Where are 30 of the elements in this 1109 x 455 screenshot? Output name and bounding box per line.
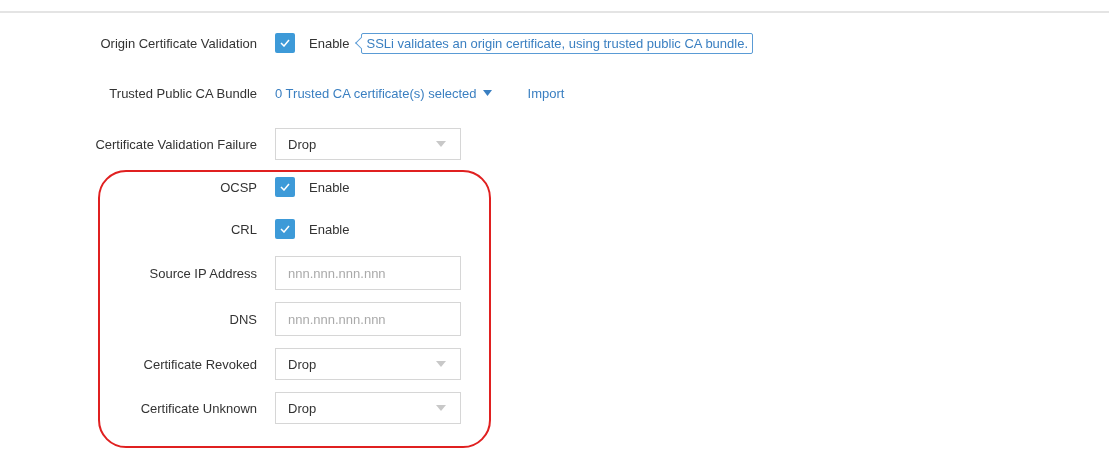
input-field[interactable]: nnn.nnn.nnn.nnn: [275, 256, 461, 290]
field-label: Source IP Address: [148, 265, 257, 281]
check-icon: [280, 39, 290, 47]
caret-icon: [436, 405, 446, 411]
checkbox[interactable]: [275, 177, 295, 197]
caret-icon: [436, 141, 446, 147]
field-label: Trusted Public CA Bundle: [108, 85, 257, 101]
checkbox-label: Enable: [309, 221, 350, 237]
select-dropdown[interactable]: Drop: [275, 348, 461, 380]
select-dropdown[interactable]: Drop: [275, 128, 461, 160]
check-icon: [280, 183, 290, 191]
field-label: Certificate Unknown: [139, 400, 257, 416]
dropdown-link[interactable]: 0 Trusted CA certificate(s) selected: [275, 85, 492, 101]
checkbox-label: Enable: [309, 35, 350, 51]
field-label: OCSP: [219, 179, 257, 195]
caret-icon: [482, 90, 492, 96]
field-label: Origin Certificate Validation: [99, 35, 257, 51]
check-icon: [280, 225, 290, 233]
select-dropdown[interactable]: Drop: [275, 392, 461, 424]
field-label: CRL: [230, 221, 257, 237]
checkbox-label: Enable: [309, 179, 350, 195]
field-label: Certificate Validation Failure: [94, 136, 257, 152]
caret-icon: [436, 361, 446, 367]
checkbox[interactable]: [275, 33, 295, 53]
field-label: Certificate Revoked: [142, 356, 257, 372]
field-label: DNS: [228, 311, 257, 327]
input-field[interactable]: nnn.nnn.nnn.nnn: [275, 302, 461, 336]
import-link[interactable]: Import: [527, 85, 565, 101]
checkbox[interactable]: [275, 219, 295, 239]
tooltip: SSLi validates an origin certificate, using trusted public CA bundle.: [355, 32, 754, 54]
